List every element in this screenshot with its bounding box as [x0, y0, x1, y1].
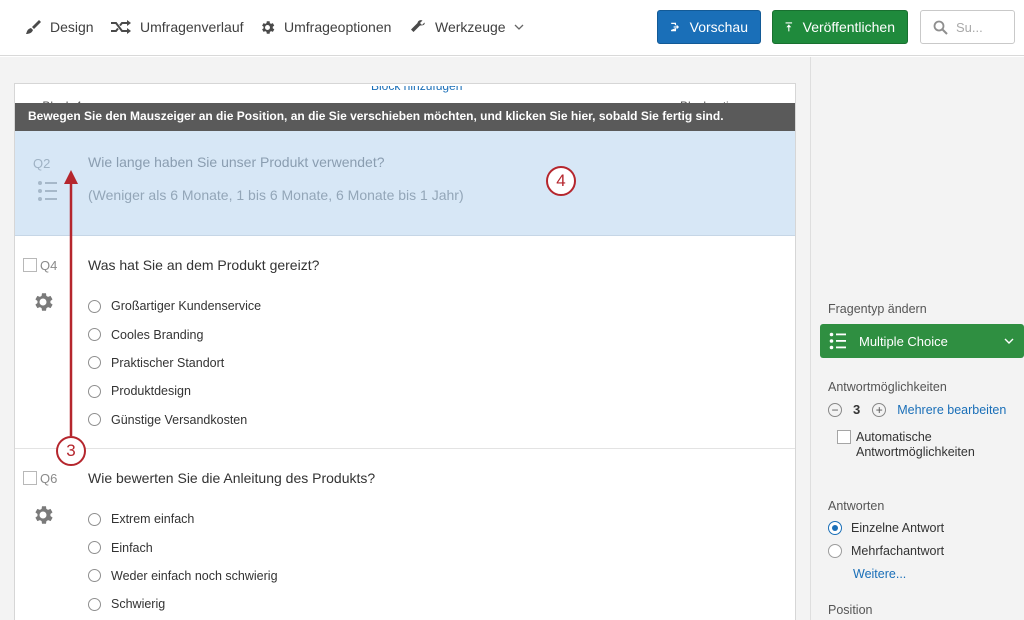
flow-arrows-icon — [111, 20, 131, 34]
gear-icon[interactable] — [31, 290, 55, 314]
choice-item[interactable]: Großartiger Kundenservice — [88, 292, 261, 320]
radio-button[interactable] — [88, 299, 101, 313]
question-q6[interactable]: Q6 Wie bewerten Sie die Anleitung des Pr… — [15, 450, 795, 620]
survey-flow-label: Umfragenverlauf — [140, 19, 244, 35]
wrench-icon — [411, 20, 425, 32]
gear-icon — [262, 20, 275, 34]
preview-button[interactable]: Vorschau — [657, 10, 761, 44]
automatic-choices-option[interactable]: Automatische Antwortmöglichkeiten — [837, 430, 975, 460]
search-icon — [933, 20, 948, 35]
question-properties-panel: Fragentyp ändern Multiple Choice Antwort… — [810, 57, 1024, 620]
survey-canvas: Block hinzufügen ▾ Block 4 Blockoptionen… — [0, 57, 810, 620]
tools-menu[interactable]: Werkzeuge — [409, 17, 524, 37]
publish-icon — [785, 22, 793, 32]
radio-button[interactable] — [88, 569, 101, 583]
choice-list: Extrem einfach Einfach Weder einfach noc… — [88, 505, 278, 619]
question-id: Q2 — [33, 156, 51, 171]
survey-options-tab[interactable]: Umfrageoptionen — [259, 17, 391, 37]
choice-item[interactable]: Produktdesign — [88, 377, 261, 405]
single-answer-option[interactable]: Einzelne Antwort — [828, 521, 944, 535]
choice-item[interactable]: Schwierig — [88, 590, 278, 618]
choice-item[interactable]: Praktischer Standort — [88, 349, 261, 377]
choice-item[interactable]: Günstige Versandkosten — [88, 406, 261, 434]
question-select-checkbox[interactable] — [23, 258, 37, 272]
question-text: Wie bewerten Sie die Anleitung des Produ… — [88, 470, 376, 486]
question-text: Wie lange haben Sie unser Produkt verwen… — [88, 154, 385, 170]
multiple-choice-icon — [38, 181, 57, 201]
preview-icon — [670, 22, 680, 32]
tools-label: Werkzeuge — [435, 19, 506, 35]
edit-multiple-link[interactable]: Mehrere bearbeiten — [897, 403, 1006, 417]
question-select-checkbox[interactable] — [23, 471, 37, 485]
preview-label: Vorschau — [689, 19, 748, 35]
choice-count-stepper: − 3 + Mehrere bearbeiten — [828, 402, 1006, 417]
single-answer-label: Einzelne Antwort — [851, 521, 945, 535]
decrease-choices-button[interactable]: − — [828, 402, 842, 417]
multiple-answer-radio[interactable] — [828, 544, 842, 558]
design-label: Design — [50, 19, 94, 35]
annotation-step-3: 3 — [56, 436, 86, 466]
choice-count: 3 — [853, 402, 861, 417]
single-answer-radio[interactable] — [828, 521, 842, 535]
radio-button[interactable] — [88, 328, 101, 342]
survey-options-label: Umfrageoptionen — [284, 19, 392, 35]
multiple-answer-label: Mehrfachantwort — [851, 544, 945, 558]
question-id: Q4 — [40, 258, 58, 273]
automatic-choices-label-1: Automatische — [856, 430, 932, 444]
increase-choices-button[interactable]: + — [872, 402, 887, 417]
question-type-value: Multiple Choice — [859, 333, 948, 349]
choice-item[interactable]: Cooles Branding — [88, 320, 261, 348]
gear-icon[interactable] — [31, 503, 55, 527]
radio-button[interactable] — [88, 597, 101, 611]
question-q4[interactable]: Q4 Was hat Sie an dem Produkt gereizt? G… — [15, 237, 795, 449]
position-label: Position — [828, 603, 873, 617]
question-type-dropdown[interactable]: Multiple Choice — [820, 324, 1024, 358]
answers-label: Antworten — [828, 499, 885, 513]
design-tab[interactable]: Design — [24, 17, 94, 37]
move-instruction-banner[interactable]: Bewegen Sie den Mauszeiger an die Positi… — [15, 103, 795, 131]
search-placeholder: Su... — [956, 19, 983, 35]
radio-button[interactable] — [88, 356, 101, 370]
radio-button[interactable] — [88, 384, 101, 398]
more-link[interactable]: Weitere... — [853, 567, 906, 581]
choice-list: Großartiger Kundenservice Cooles Brandin… — [88, 292, 261, 434]
radio-button[interactable] — [88, 541, 101, 555]
multiple-answer-option[interactable]: Mehrfachantwort — [828, 544, 944, 558]
multiple-choice-icon — [829, 332, 846, 350]
radio-button[interactable] — [88, 512, 101, 526]
publish-label: Veröffentlichen — [802, 19, 895, 35]
question-choices-summary: (Weniger als 6 Monate, 1 bis 6 Monate, 6… — [88, 187, 464, 203]
automatic-choices-checkbox[interactable] — [837, 430, 851, 444]
publish-button[interactable]: Veröffentlichen — [772, 10, 908, 44]
radio-button[interactable] — [88, 413, 101, 427]
choice-item[interactable]: Einfach — [88, 533, 278, 561]
choice-item[interactable]: Extrem einfach — [88, 505, 278, 533]
brush-icon — [26, 20, 41, 34]
choice-item[interactable]: Weder einfach noch schwierig — [88, 562, 278, 590]
change-type-label: Fragentyp ändern — [828, 302, 927, 316]
annotation-step-4: 4 — [546, 166, 576, 196]
block-header: ▾ Block 4 Blockoptionen ▾ — [15, 84, 795, 113]
automatic-choices-label-2: Antwortmöglichkeiten — [856, 445, 975, 459]
survey-flow-tab[interactable]: Umfragenverlauf — [110, 17, 244, 37]
survey-block: Block hinzufügen ▾ Block 4 Blockoptionen… — [14, 83, 796, 620]
choices-label: Antwortmöglichkeiten — [828, 380, 947, 394]
chevron-down-icon — [514, 24, 524, 30]
chevron-down-icon — [1004, 338, 1014, 344]
top-toolbar: Design Umfragenverlauf Umfrageoptionen W… — [0, 0, 1024, 56]
question-id: Q6 — [40, 471, 58, 486]
search-input[interactable]: Su... — [920, 10, 1015, 44]
question-text: Was hat Sie an dem Produkt gereizt? — [88, 257, 320, 273]
dragged-question[interactable]: Q2 Wie lange haben Sie unser Produkt ver… — [15, 131, 795, 236]
